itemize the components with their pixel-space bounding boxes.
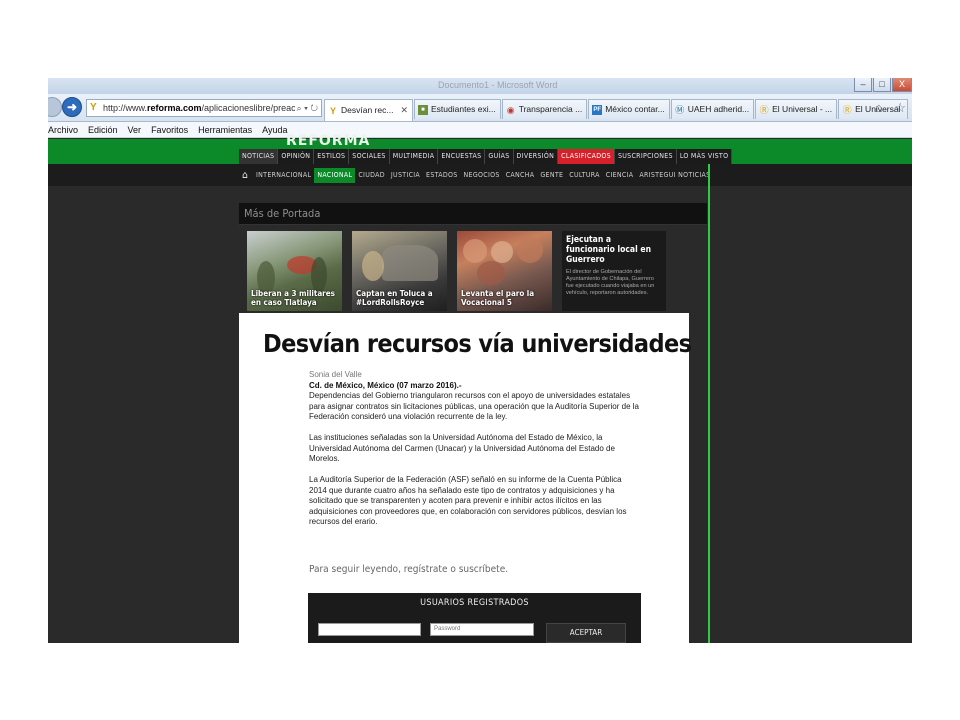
nav-suscripciones[interactable]: SUSCRIPCIONES <box>615 149 677 164</box>
ie-icon: Ⓡ <box>759 104 769 115</box>
window-controls: – □ X <box>853 78 912 94</box>
nav-cultura[interactable]: CULTURA <box>566 168 603 183</box>
username-field[interactable] <box>318 623 421 636</box>
url-domain: reforma.com <box>147 103 202 113</box>
menu-favoritos[interactable]: Favoritos <box>146 122 193 137</box>
pf-icon: PF <box>592 104 603 115</box>
article: Desvían recursos vía universidades Sonia… <box>239 313 692 643</box>
tab-strip: Y Desvían rec... ✕ ■ Estudiantes exi... … <box>324 99 909 121</box>
article-dateline: Cd. de México, México (07 marzo 2016).- <box>309 380 462 390</box>
article-body: Sonia del Valle Cd. de México, México (0… <box>309 370 639 538</box>
nav-aristegui[interactable]: ARISTEGUI NOTICIAS <box>636 168 713 183</box>
article-author: Sonia del Valle <box>309 370 362 379</box>
nav-cancha[interactable]: CANCHA <box>503 168 538 183</box>
mas-de-portada-title: Más de Portada <box>244 207 321 220</box>
article-paragraph: La Auditoría Superior de la Federación (… <box>309 475 627 526</box>
tab-label: UAEH adherid... <box>687 104 750 114</box>
text-tile-headline: Ejecutan a funcionario local en Guerrero <box>566 235 652 265</box>
tile-caption: Captan en Toluca a #LordRollsRoyce <box>356 289 433 307</box>
tab-mexico[interactable]: PF México contar... <box>588 99 670 119</box>
text-news-tile[interactable]: Ejecutan a funcionario local en Guerrero… <box>562 231 666 311</box>
tab-label: Transparencia ... <box>518 104 583 114</box>
web-page: REFORMA NOTICIAS OPINIÓN ESTILOS SOCIALE… <box>48 133 912 643</box>
nav-opinion[interactable]: OPINIÓN <box>278 149 315 164</box>
forward-button[interactable]: ➜ <box>62 97 82 117</box>
nav-internacional[interactable]: INTERNACIONAL <box>253 168 314 183</box>
menu-ver[interactable]: Ver <box>123 122 147 137</box>
nav-negocios[interactable]: NEGOCIOS <box>461 168 503 183</box>
menu-herramientas[interactable]: Herramientas <box>193 122 257 137</box>
tab-transparencia[interactable]: ◉ Transparencia ... <box>501 99 588 119</box>
nav-estilos[interactable]: ESTILOS <box>314 149 350 164</box>
nav-encuestas[interactable]: ENCUESTAS <box>438 149 486 164</box>
primary-nav: NOTICIAS OPINIÓN ESTILOS SOCIALES MULTIM… <box>239 149 733 164</box>
nav-clasificados[interactable]: CLASIFICADOS <box>558 149 615 164</box>
article-paragraph: Las instituciones señaladas son la Unive… <box>309 433 615 463</box>
home-favorites-icons[interactable]: ⌂ ☆ <box>875 100 910 116</box>
tile-caption: Liberan a 3 militares en caso Tlatlaya <box>251 289 335 307</box>
nav-lo-mas-visto[interactable]: LO MÁS VISTO <box>677 149 733 164</box>
green-divider <box>708 164 710 643</box>
minimize-button[interactable]: – <box>854 78 872 92</box>
transparencia-icon: ◉ <box>506 104 515 115</box>
tab-label: Estudiantes exi... <box>430 104 496 114</box>
menu-archivo[interactable]: Archivo <box>48 122 83 137</box>
nav-sociales[interactable]: SOCIALES <box>349 149 390 164</box>
tile-caption: Levanta el paro la Vocacional 5 <box>461 289 535 307</box>
nav-guias[interactable]: GUÍAS <box>485 149 514 164</box>
address-controls-icon[interactable]: ⌕ ▾ ↻ <box>294 100 318 116</box>
wordpress-icon: Ⓜ <box>675 104 685 115</box>
nav-diversion[interactable]: DIVERSIÓN <box>514 149 559 164</box>
tab-label: México contar... <box>605 104 665 114</box>
tab-label: Desvían rec... <box>341 105 394 115</box>
close-tab-icon[interactable]: ✕ <box>400 101 408 120</box>
close-window-button[interactable]: X <box>892 78 912 92</box>
news-tile[interactable]: Captan en Toluca a #LordRollsRoyce <box>352 231 447 311</box>
news-tile[interactable]: Levanta el paro la Vocacional 5 <box>457 231 552 311</box>
login-title: USUARIOS REGISTRADOS <box>420 598 529 608</box>
mas-de-portada-header: Más de Portada <box>239 203 707 225</box>
login-box: USUARIOS REGISTRADOS Password ACEPTAR <box>308 593 641 643</box>
reforma-icon: Y <box>329 105 336 116</box>
accept-button[interactable]: ACEPTAR <box>546 623 626 643</box>
article-headline: Desvían recursos vía universidades <box>263 329 692 358</box>
tab-uaeh[interactable]: Ⓜ UAEH adherid... <box>670 99 755 119</box>
text-tile-summary: El director de Gobernación del Ayuntamie… <box>566 269 655 296</box>
browser-screenshot: Documento1 - Microsoft Word – □ X ➜ Y ht… <box>48 78 912 643</box>
window-title: Documento1 - Microsoft Word <box>438 80 558 90</box>
maximize-button[interactable]: □ <box>873 78 891 92</box>
portada-tiles: Liberan a 3 militares en caso Tlatlaya C… <box>247 231 552 311</box>
menu-bar: Archivo Edición Ver Favoritos Herramient… <box>48 122 912 138</box>
nav-estados[interactable]: ESTADOS <box>423 168 461 183</box>
ie-icon: Ⓡ <box>842 104 852 115</box>
nav-ciencia[interactable]: CIENCIA <box>603 168 637 183</box>
navigation-bar: ➜ Y http://www.reforma.com/aplicacionesl… <box>48 94 912 122</box>
site-logo[interactable]: REFORMA <box>286 133 370 149</box>
continue-reading-text: Para seguir leyendo, regístrate o suscrí… <box>309 564 509 575</box>
nav-justicia[interactable]: JUSTICIA <box>388 168 423 183</box>
password-field[interactable]: Password <box>430 623 534 636</box>
tab-desvian[interactable]: Y Desvían rec... ✕ <box>324 99 413 121</box>
nav-multimedia[interactable]: MULTIMEDIA <box>390 149 439 164</box>
secondary-nav: ⌂ INTERNACIONAL NACIONAL CIUDAD JUSTICIA… <box>239 168 713 183</box>
menu-edicion[interactable]: Edición <box>83 122 123 137</box>
url-prefix: http://www. <box>103 103 148 113</box>
tab-label: El Universal - ... <box>772 104 833 114</box>
title-bar: Documento1 - Microsoft Word – □ X <box>48 78 912 94</box>
nav-gente[interactable]: GENTE <box>537 168 566 183</box>
back-button[interactable] <box>48 97 62 117</box>
news-icon: ■ <box>417 104 428 115</box>
address-bar[interactable]: Y http://www.reforma.com/aplicacioneslib… <box>86 99 322 117</box>
tab-estudiantes[interactable]: ■ Estudiantes exi... <box>413 99 501 119</box>
article-paragraph: Dependencias del Gobierno triangularon r… <box>309 391 639 421</box>
nav-noticias[interactable]: NOTICIAS <box>239 149 279 164</box>
nav-ciudad[interactable]: CIUDAD <box>355 168 388 183</box>
tab-el-universal-1[interactable]: Ⓡ El Universal - ... <box>755 99 838 119</box>
home-icon[interactable]: ⌂ <box>239 168 253 183</box>
news-tile[interactable]: Liberan a 3 militares en caso Tlatlaya <box>247 231 342 311</box>
nav-nacional[interactable]: NACIONAL <box>314 168 356 183</box>
reforma-favicon-icon: Y <box>90 102 97 113</box>
